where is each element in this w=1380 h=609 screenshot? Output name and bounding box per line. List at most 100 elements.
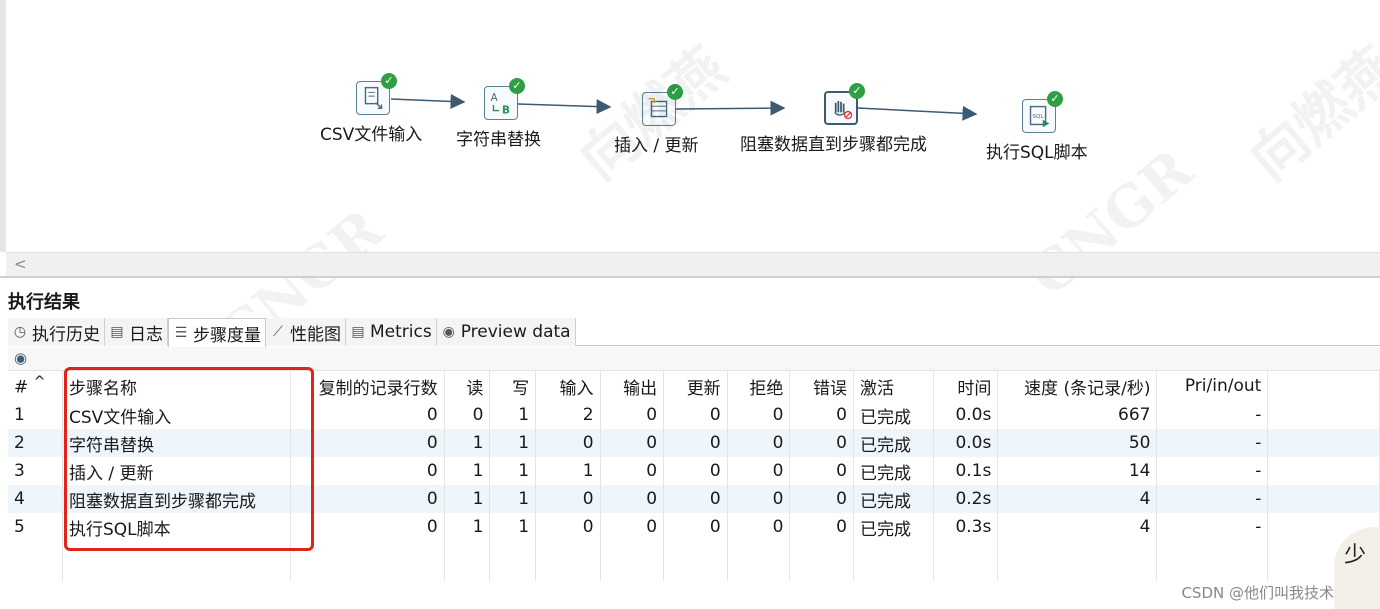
table-cell: 5 <box>8 513 63 541</box>
column-header[interactable]: 激活 <box>853 371 934 401</box>
table-cell-empty <box>1267 485 1380 513</box>
table-cell: 1 <box>8 401 63 429</box>
svg-text:B: B <box>502 104 510 116</box>
table-cell: 14 <box>997 457 1158 485</box>
step-label: 插入 / 更新 <box>614 136 699 156</box>
column-header-index[interactable]: # ^ <box>8 371 63 401</box>
column-header[interactable]: 写 <box>489 371 537 401</box>
table-cell: 1 <box>489 485 537 513</box>
table-cell-empty <box>789 541 854 581</box>
table-cell: 1 <box>489 401 537 429</box>
table-cell: 已完成 <box>853 485 934 513</box>
table-cell: 0 <box>789 457 854 485</box>
execution-results-title: 执行结果 <box>8 292 80 313</box>
table-cell-empty <box>600 541 665 581</box>
table-cell-empty <box>663 541 728 581</box>
step-label: 字符串替换 <box>456 130 541 150</box>
table-cell: 0 <box>600 513 665 541</box>
transformation-canvas[interactable]: ✓ CSV文件输入 AB ✓ 字符串替换 ✓ 插入 / 更新 ✓ 阻塞数据直到步… <box>0 0 1380 369</box>
table-cell: 0 <box>600 485 665 513</box>
table-cell: 0 <box>600 401 665 429</box>
hop-1 <box>390 93 466 109</box>
table-cell: - <box>1156 401 1269 429</box>
table-cell: 1 <box>489 457 537 485</box>
tab-preview-data[interactable]: ◉ Preview data <box>436 318 576 346</box>
table-cell: 0 <box>789 401 854 429</box>
table-cell: 0.0s <box>933 401 999 429</box>
table-cell-empty <box>727 541 791 581</box>
table-cell-empty <box>933 541 999 581</box>
table-cell: - <box>1156 485 1269 513</box>
tab-label: 执行历史 <box>32 324 100 345</box>
table-cell: 4 <box>8 485 63 513</box>
log-icon: ▤ <box>110 324 124 340</box>
scroll-left-icon[interactable]: < <box>14 255 27 273</box>
success-check-icon: ✓ <box>667 84 683 100</box>
metrics-list-icon: ☰ <box>174 325 188 341</box>
table-cell: 0.3s <box>933 513 999 541</box>
column-header-empty <box>1267 371 1380 401</box>
tab-log[interactable]: ▤ 日志 <box>105 318 168 346</box>
sort-ascending-icon: ^ <box>33 374 46 391</box>
table-cell: 0 <box>535 429 601 457</box>
table-cell-empty <box>444 541 491 581</box>
table-cell: 0 <box>600 457 665 485</box>
table-cell: 0 <box>789 513 854 541</box>
chart-icon: ⟋ <box>273 324 283 340</box>
table-cell-empty <box>1267 429 1380 457</box>
table-cell: 0 <box>535 513 601 541</box>
column-header[interactable]: 输出 <box>600 371 665 401</box>
table-cell: 4 <box>997 485 1158 513</box>
table-cell: 0 <box>663 513 728 541</box>
column-header[interactable]: 拒绝 <box>727 371 791 401</box>
column-header[interactable]: 读 <box>444 371 491 401</box>
table-cell: 0 <box>727 401 791 429</box>
table-cell-empty <box>535 541 601 581</box>
table-cell: 0 <box>789 485 854 513</box>
table-cell-empty <box>1267 457 1380 485</box>
column-header[interactable]: 输入 <box>535 371 601 401</box>
table-cell: 4 <box>997 513 1158 541</box>
table-cell-empty <box>8 541 63 581</box>
column-header[interactable]: 速度 (条记录/秒) <box>997 371 1158 401</box>
column-header[interactable]: 更新 <box>663 371 728 401</box>
column-header[interactable]: 错误 <box>789 371 854 401</box>
column-header[interactable]: 时间 <box>933 371 999 401</box>
table-cell: 0 <box>727 457 791 485</box>
table-cell: 0 <box>789 429 854 457</box>
table-cell: - <box>1156 429 1269 457</box>
tab-step-metrics[interactable]: ☰ 步骤度量 <box>168 318 266 347</box>
tab-label: 日志 <box>129 324 163 345</box>
step-label: 阻塞数据直到步骤都完成 <box>740 135 927 155</box>
column-header[interactable]: Pri/in/out <box>1156 371 1269 401</box>
hop-2 <box>517 99 612 115</box>
eye-icon[interactable]: ◉ <box>14 349 27 367</box>
hop-4 <box>857 105 978 121</box>
table-cell: 0 <box>444 401 491 429</box>
tab-metrics[interactable]: ▤ Metrics <box>346 318 437 346</box>
svg-text:SQL: SQL <box>1032 114 1044 120</box>
table-cell: 0 <box>663 457 728 485</box>
step-label: 执行SQL脚本 <box>986 143 1088 163</box>
table-cell: 0 <box>600 429 665 457</box>
success-check-icon: ✓ <box>849 83 865 99</box>
table-cell: 0 <box>663 401 728 429</box>
pane-divider[interactable] <box>0 276 1380 278</box>
canvas-horizontal-scrollbar[interactable]: < <box>6 252 1380 276</box>
table-cell-empty <box>489 541 537 581</box>
table-cell: 1 <box>489 429 537 457</box>
tab-execution-history[interactable]: ◷ 执行历史 <box>8 318 105 346</box>
table-cell: 2 <box>8 429 63 457</box>
svg-text:A: A <box>491 92 498 104</box>
table-cell: 0 <box>727 485 791 513</box>
table-cell: 667 <box>997 401 1158 429</box>
success-check-icon: ✓ <box>1047 91 1063 107</box>
tab-label: 性能图 <box>290 324 341 345</box>
table-cell-empty <box>853 541 934 581</box>
table-cell: - <box>1156 513 1269 541</box>
success-check-icon: ✓ <box>509 78 525 94</box>
table-cell: 已完成 <box>853 429 934 457</box>
table-cell: 已完成 <box>853 401 934 429</box>
tab-performance-chart[interactable]: ⟋ 性能图 <box>266 318 346 346</box>
table-cell: 0 <box>663 429 728 457</box>
